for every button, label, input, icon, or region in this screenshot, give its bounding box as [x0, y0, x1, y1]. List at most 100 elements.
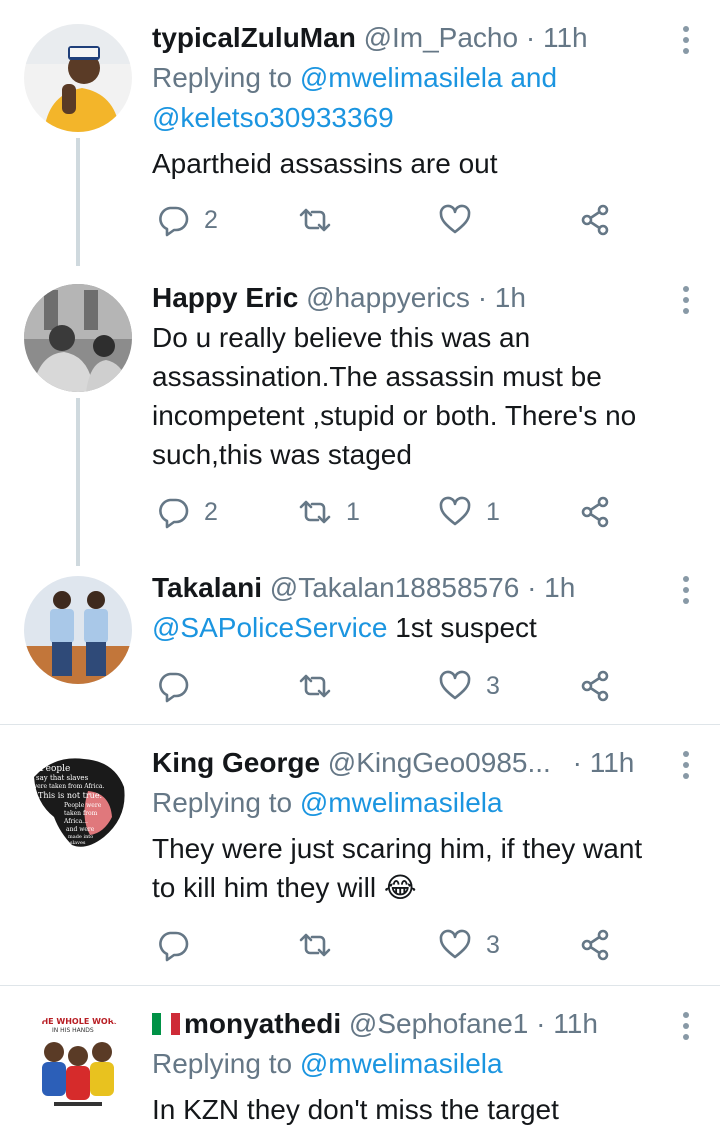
timestamp[interactable]: · 11h: [526, 22, 588, 53]
like-button[interactable]: [438, 200, 486, 240]
replying-to: Replying to @mwelimasilela: [152, 787, 503, 818]
like-button[interactable]: 3: [438, 925, 500, 965]
avatar-kinggeorge[interactable]: People say that slaves were taken from A…: [24, 747, 132, 855]
like-count: 1: [486, 497, 500, 526]
reply-button[interactable]: [156, 925, 204, 965]
avatar-text: Africa...: [63, 818, 88, 825]
timestamp[interactable]: · 1h: [527, 572, 575, 603]
reply-count: 2: [204, 497, 218, 526]
share-icon: [581, 204, 609, 236]
like-button[interactable]: 3: [438, 666, 500, 706]
more-icon[interactable]: [682, 751, 690, 781]
display-name[interactable]: Happy Eric: [152, 282, 298, 313]
share-button[interactable]: [578, 492, 612, 532]
display-name[interactable]: King George: [152, 747, 320, 778]
more-icon[interactable]: [682, 576, 690, 606]
tweet-happyeric[interactable]: Happy Eric @happyerics · 1h Do u really …: [0, 266, 720, 566]
avatar-text: were taken from Africa.: [32, 783, 104, 790]
tweet-text: Apartheid assassins are out: [152, 148, 498, 179]
user-handle[interactable]: @Im_Pacho: [364, 22, 519, 53]
avatar-text: and were: [66, 826, 95, 833]
reply-icon: [159, 498, 189, 529]
share-icon: [581, 496, 609, 528]
avatar-text: People were: [64, 802, 102, 809]
retweet-icon: [299, 208, 331, 232]
retweet-button[interactable]: [298, 666, 346, 706]
share-button[interactable]: [578, 200, 612, 240]
tweet-text: Do u really believe this was an assassin…: [152, 322, 637, 470]
tweet-kinggeorge[interactable]: People say that slaves were taken from A…: [0, 725, 720, 985]
avatar-text: THE WHOLE WORLD: [36, 1017, 126, 1026]
like-icon: [439, 670, 471, 700]
tweet-text: @SAPoliceService 1st suspect: [152, 612, 537, 643]
timestamp[interactable]: · 11h: [536, 1008, 598, 1039]
share-button[interactable]: [578, 925, 612, 965]
reply-icon: [159, 931, 189, 962]
user-handle[interactable]: @Sephofane1: [349, 1008, 528, 1039]
avatar-monyathedi[interactable]: THE WHOLE WORLD IN HIS HANDS: [24, 1008, 132, 1116]
mention-link[interactable]: @mwelimasilela: [300, 1048, 503, 1079]
more-icon[interactable]: [682, 1012, 690, 1042]
mention-link[interactable]: @SAPoliceService: [152, 612, 387, 643]
display-name[interactable]: monyathedi: [184, 1008, 341, 1039]
timestamp[interactable]: · 1h: [478, 282, 526, 313]
reply-count: 2: [204, 205, 218, 234]
reply-button[interactable]: 2: [156, 492, 218, 532]
mention-link[interactable]: @mwelimasilela: [300, 787, 503, 818]
avatar-typicalzuluman[interactable]: [24, 24, 132, 132]
retweet-icon: [299, 500, 331, 524]
tweet-header: King George @KingGeo0985... · 11h: [152, 743, 664, 783]
retweet-icon: [299, 674, 331, 698]
tweet-header: monyathedi @Sephofane1 · 11h: [152, 1004, 664, 1044]
tweet-text: They were just scaring him, if they want…: [152, 833, 643, 903]
reply-icon: [159, 672, 189, 703]
share-icon: [581, 670, 609, 702]
avatar-text: slaves: [70, 840, 86, 846]
italy-flag-icon: [152, 1013, 180, 1035]
like-icon: [439, 496, 471, 526]
replying-to: Replying to @mwelimasilela: [152, 1048, 503, 1079]
retweet-button[interactable]: [298, 925, 346, 965]
user-handle[interactable]: @happyerics: [306, 282, 470, 313]
like-button[interactable]: 1: [438, 492, 500, 532]
avatar-text: say that slaves: [36, 774, 89, 782]
like-count: 3: [486, 671, 500, 700]
more-icon[interactable]: [682, 286, 690, 316]
tweet-typicalzuluman[interactable]: typicalZuluMan @Im_Pacho · 11h Replying …: [0, 0, 720, 266]
retweet-count: 1: [346, 497, 360, 526]
retweet-icon: [299, 933, 331, 957]
tweet-header: Happy Eric @happyerics · 1h: [152, 278, 664, 318]
timestamp[interactable]: · 11h: [573, 747, 635, 778]
avatar-text: People: [40, 764, 70, 774]
display-name[interactable]: typicalZuluMan: [152, 22, 356, 53]
reply-button[interactable]: 2: [156, 200, 218, 240]
share-button[interactable]: [578, 666, 612, 706]
thread-line: [76, 398, 80, 566]
like-icon: [439, 929, 471, 959]
user-handle[interactable]: @Takalan18858576: [270, 572, 520, 603]
share-icon: [581, 929, 609, 961]
mention-link[interactable]: @mwelimasilela: [300, 62, 503, 93]
thread-line: [76, 138, 80, 266]
tweet-text: In KZN they don't miss the target: [152, 1094, 559, 1125]
tweet-header: Takalani @Takalan18858576 · 1h: [152, 568, 664, 608]
avatar-text: taken from: [64, 810, 98, 817]
like-count: 3: [486, 930, 500, 959]
avatar-text: This is not true.: [38, 791, 102, 800]
tweet-takalani[interactable]: Takalani @Takalan18858576 · 1h @SAPolice…: [0, 560, 720, 724]
retweet-button[interactable]: [298, 200, 346, 240]
reply-icon: [159, 206, 189, 237]
tweet-monyathedi[interactable]: THE WHOLE WORLD IN HIS HANDS monyathedi …: [0, 986, 720, 1137]
avatar-happyeric[interactable]: [24, 284, 132, 392]
more-icon[interactable]: [682, 26, 690, 56]
tweet-header: typicalZuluMan @Im_Pacho · 11h: [152, 18, 664, 58]
user-handle[interactable]: @KingGeo0985...: [328, 747, 551, 778]
avatar-text: IN HIS HANDS: [52, 1027, 94, 1034]
avatar-takalani[interactable]: [24, 576, 132, 684]
reply-button[interactable]: [156, 666, 204, 706]
replying-to: Replying to @mwelimasilela and @keletso3…: [152, 62, 558, 133]
display-name[interactable]: Takalani: [152, 572, 262, 603]
retweet-button[interactable]: 1: [298, 492, 360, 532]
like-icon: [439, 204, 471, 234]
mention-link[interactable]: @keletso30933369: [152, 102, 394, 133]
